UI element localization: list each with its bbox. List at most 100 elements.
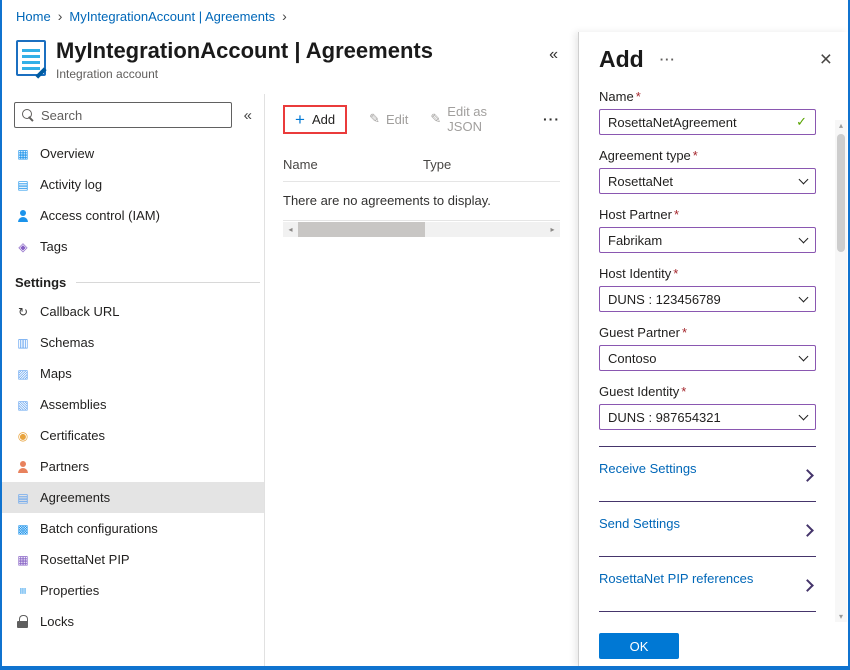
receive-settings-link[interactable]: Receive Settings [599,446,816,501]
overview-icon: ▦ [15,148,31,160]
rosettanet-pip-icon: ▦ [15,554,31,566]
scroll-left-icon[interactable]: ◂ [283,222,298,237]
add-panel: Add ··· × Name* ✓ Agreement type* Rosett [578,32,848,666]
sidebar-item-label: Agreements [40,490,110,505]
guest-partner-label: Guest Partner [599,325,680,340]
name-field[interactable] [608,115,796,130]
access-control-icon [15,208,31,224]
agreement-type-label: Agreement type [599,148,691,163]
settings-divider [76,282,260,283]
partners-icon [15,459,31,475]
collapse-panel-icon[interactable]: « [549,46,558,64]
chevron-down-icon [799,411,809,421]
sidebar-item-certificates[interactable]: ◉ Certificates [2,420,264,451]
page-title: MyIntegrationAccount | Agreements [56,38,433,64]
sidebar-item-tags[interactable]: ◈ Tags [2,231,264,262]
sidebar-item-batch-configurations[interactable]: ▩ Batch configurations [2,513,264,544]
required-marker: * [673,266,678,281]
chevron-right-icon [801,579,814,592]
guest-partner-value: Contoso [608,351,656,366]
close-icon[interactable]: × [820,49,832,70]
agreement-type-dropdown[interactable]: RosettaNet [599,168,816,194]
breadcrumb-home-link[interactable]: Home [16,9,51,24]
edit-button[interactable]: ✎ Edit [369,111,408,127]
name-field-wrap: ✓ [599,109,816,135]
field-label: Guest Partner* [599,325,816,340]
rosettanet-pip-references-link[interactable]: RosettaNet PIP references [599,556,816,611]
edit-button-label: Edit [386,112,408,127]
column-header-type[interactable]: Type [423,157,451,172]
host-identity-dropdown[interactable]: DUNS : 123456789 [599,286,816,312]
search-input[interactable] [41,108,225,123]
sidebar-item-activity-log[interactable]: ▤ Activity log [2,169,264,200]
scrollbar-thumb[interactable] [298,222,425,237]
sidebar-item-agreements[interactable]: ▤ Agreements [2,482,264,513]
chevron-right-icon [801,469,814,482]
host-identity-value: DUNS : 123456789 [608,292,721,307]
scroll-right-icon[interactable]: ▸ [545,222,560,237]
sidebar-item-rosettanet-pip[interactable]: ▦ RosettaNet PIP [2,544,264,575]
callback-url-icon: ↻ [15,306,31,318]
pencil-icon: ✎ [430,111,441,127]
agreements-table: Name Type There are no agreements to dis… [283,148,560,237]
assemblies-icon: ▧ [15,399,31,411]
guest-partner-dropdown[interactable]: Contoso [599,345,816,371]
column-header-name[interactable]: Name [283,157,423,172]
sidebar-nav: ▦ Overview ▤ Activity log Access control… [2,138,264,637]
search-icon [21,108,35,122]
sidebar-item-label: Tags [40,239,67,254]
scroll-down-icon[interactable]: ▾ [835,612,847,621]
sidebar-item-assemblies[interactable]: ▧ Assemblies [2,389,264,420]
edit-as-json-button[interactable]: ✎ Edit as JSON [430,104,521,134]
breadcrumb-separator-icon: › [282,8,287,24]
more-options-icon[interactable]: ··· [543,111,578,127]
sidebar-item-label: Schemas [40,335,94,350]
sidebar-item-access-control-iam[interactable]: Access control (IAM) [2,200,264,231]
sidebar-item-properties[interactable]: ≡ Properties [2,575,264,606]
chevron-down-icon [799,175,809,185]
schemas-icon: ▥ [15,337,31,349]
main-content: + Add ✎ Edit ✎ Edit as JSON ··· [265,94,578,666]
vertical-scrollbar[interactable]: ▴ ▾ [835,120,847,622]
sidebar-item-maps[interactable]: ▨ Maps [2,358,264,389]
tags-icon: ◈ [15,241,31,253]
sidebar-item-locks[interactable]: Locks [2,606,264,637]
sidebar-item-partners[interactable]: Partners [2,451,264,482]
scrollbar-thumb[interactable] [837,134,845,252]
breadcrumb-account-link[interactable]: MyIntegrationAccount | Agreements [69,9,275,24]
guest-identity-dropdown[interactable]: DUNS : 987654321 [599,404,816,430]
horizontal-scrollbar[interactable]: ◂ ▸ [283,222,560,237]
sidebar-item-label: Callback URL [40,304,119,319]
field-label: Host Partner* [599,207,816,222]
send-settings-link[interactable]: Send Settings [599,501,816,556]
host-partner-label: Host Partner [599,207,672,222]
chevron-down-icon [799,293,809,303]
sidebar-item-label: Overview [40,146,94,161]
guest-identity-value: DUNS : 987654321 [608,410,721,425]
chevron-right-icon [801,524,814,537]
collapse-sidebar-icon[interactable]: « [238,107,258,124]
ok-button[interactable]: OK [599,633,679,659]
host-partner-value: Fabrikam [608,233,662,248]
host-partner-dropdown[interactable]: Fabrikam [599,227,816,253]
add-button[interactable]: + Add [283,105,347,134]
required-marker: * [674,207,679,222]
panel-more-icon[interactable]: ··· [660,52,676,67]
sidebar-item-label: Certificates [40,428,105,443]
sidebar-item-label: Access control (IAM) [40,208,160,223]
name-label: Name [599,89,634,104]
sidebar-item-overview[interactable]: ▦ Overview [2,138,264,169]
table-header-row: Name Type [283,148,560,182]
sidebar-item-label: Maps [40,366,72,381]
page-subtitle: Integration account [56,67,433,81]
guest-identity-label: Guest Identity [599,384,679,399]
search-box [14,102,232,128]
scroll-up-icon[interactable]: ▴ [835,121,847,130]
field-label: Guest Identity* [599,384,816,399]
sidebar-item-callback-url[interactable]: ↻ Callback URL [2,296,264,327]
sidebar-item-schemas[interactable]: ▥ Schemas [2,327,264,358]
panel-footer: OK [579,626,848,666]
breadcrumb: Home › MyIntegrationAccount | Agreements… [2,0,848,32]
field-group-agreement-type: Agreement type* RosettaNet [599,148,816,194]
locks-icon [15,614,31,630]
